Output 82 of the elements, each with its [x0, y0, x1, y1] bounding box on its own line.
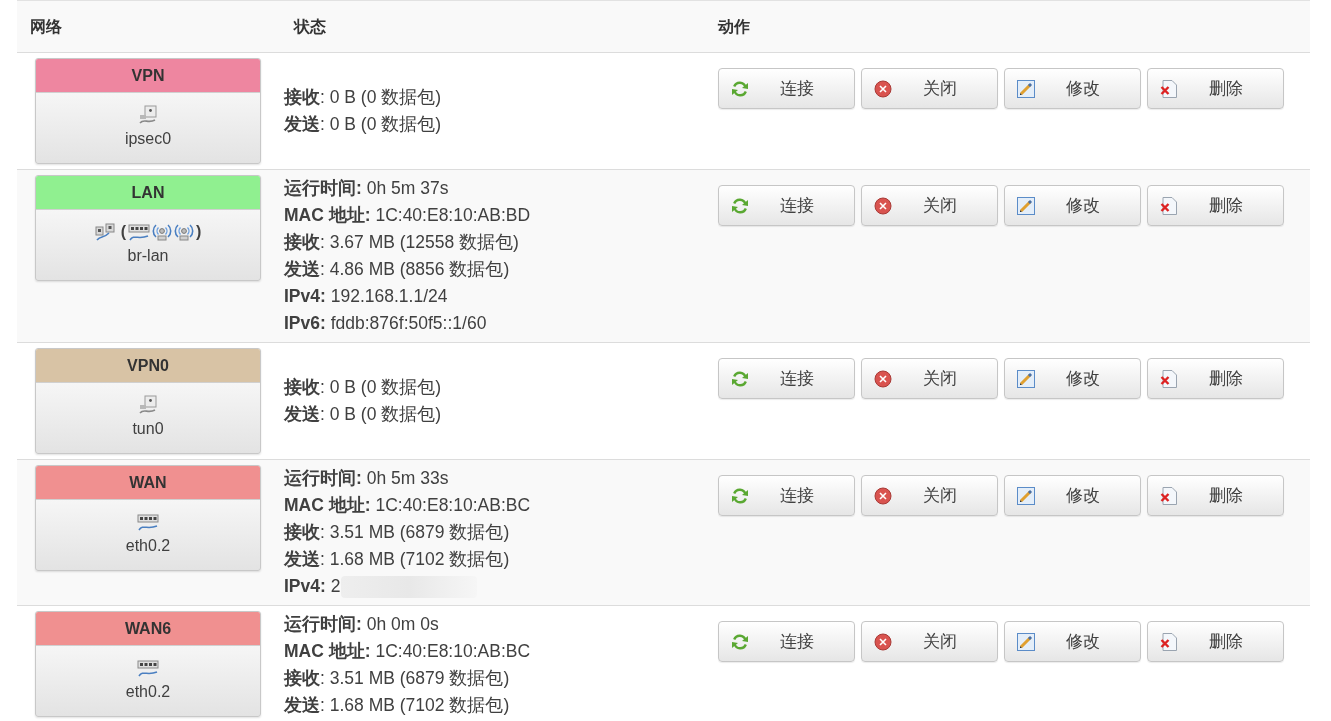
column-header: 网络: [30, 17, 62, 35]
close-button[interactable]: 关闭: [861, 475, 998, 516]
edit-icon: [1017, 79, 1035, 98]
device-name: tun0: [132, 419, 164, 439]
device-name: br-lan: [127, 246, 169, 266]
connect-button[interactable]: 连接: [718, 475, 855, 516]
delete-icon: [1160, 632, 1178, 651]
refresh-icon: [731, 632, 749, 651]
device-name: eth0.2: [125, 682, 171, 702]
column-header: 动作: [718, 17, 750, 35]
status-line: 运行时间: 0h 0m 0s: [284, 613, 439, 636]
delete-icon: [1160, 196, 1178, 215]
status-line: 运行时间: 0h 5m 37s: [284, 177, 449, 200]
close-icon: [874, 79, 892, 98]
status-line: 接收: 3.67 MB (12558 数据包): [284, 231, 519, 254]
ethernet-switch-icon: [137, 513, 159, 531]
delete-button[interactable]: 删除: [1147, 358, 1284, 399]
refresh-icon: [731, 486, 749, 505]
wireless-icon: [152, 223, 172, 241]
wireless-icon: [174, 223, 194, 241]
edit-icon: [1017, 369, 1035, 388]
device-name: eth0.2: [125, 536, 171, 556]
status-line: IPv4: 2: [284, 575, 341, 598]
connect-button[interactable]: 连接: [718, 68, 855, 109]
parenthesis: ): [196, 224, 202, 240]
parenthesis: (: [120, 224, 126, 240]
network-label: VPN0: [36, 349, 260, 383]
status-line: 接收: 0 B (0 数据包): [284, 86, 442, 109]
refresh-icon: [731, 196, 749, 215]
delete-button[interactable]: 删除: [1147, 185, 1284, 226]
network-label: VPN: [36, 59, 260, 93]
close-icon: [874, 369, 892, 388]
status-line: 接收: 3.51 MB (6879 数据包): [284, 667, 510, 690]
close-button[interactable]: 关闭: [861, 68, 998, 109]
tunnel-icon: [139, 395, 157, 415]
close-icon: [874, 486, 892, 505]
status-line: 接收: 0 B (0 数据包): [284, 376, 442, 399]
device-name: ipsec0: [124, 129, 172, 149]
bridge-icon: [94, 223, 115, 241]
status-line: 发送: 4.86 MB (8856 数据包): [284, 258, 510, 281]
status-line: 发送: 0 B (0 数据包): [284, 113, 442, 136]
close-button[interactable]: 关闭: [861, 621, 998, 662]
status-line: 接收: 3.51 MB (6879 数据包): [284, 521, 510, 544]
status-line: 发送: 1.68 MB (7102 数据包): [284, 548, 510, 571]
edit-button[interactable]: 修改: [1004, 475, 1141, 516]
edit-icon: [1017, 486, 1035, 505]
status-line: 运行时间: 0h 5m 33s: [284, 467, 449, 490]
close-button[interactable]: 关闭: [861, 358, 998, 399]
status-line: 发送: 0 B (0 数据包): [284, 403, 442, 426]
status-line: MAC 地址: 1C:40:E8:10:AB:BC: [284, 494, 531, 517]
status-line: MAC 地址: 1C:40:E8:10:AB:BC: [284, 640, 531, 663]
ethernet-switch-icon: [128, 223, 150, 241]
edit-icon: [1017, 632, 1035, 651]
close-icon: [874, 632, 892, 651]
edit-button[interactable]: 修改: [1004, 358, 1141, 399]
refresh-icon: [731, 79, 749, 98]
edit-button[interactable]: 修改: [1004, 621, 1141, 662]
network-label: WAN: [36, 466, 260, 500]
delete-icon: [1160, 486, 1178, 505]
edit-button[interactable]: 修改: [1004, 68, 1141, 109]
tunnel-icon: [139, 105, 157, 125]
status-line: IPv6: fddb:876f:50f5::1/60: [284, 312, 487, 335]
edit-icon: [1017, 196, 1035, 215]
network-label: WAN6: [36, 612, 260, 646]
close-button[interactable]: 关闭: [861, 185, 998, 226]
edit-button[interactable]: 修改: [1004, 185, 1141, 226]
close-icon: [874, 196, 892, 215]
status-line: MAC 地址: 1C:40:E8:10:AB:BD: [284, 204, 531, 227]
delete-button[interactable]: 删除: [1147, 68, 1284, 109]
delete-button[interactable]: 删除: [1147, 621, 1284, 662]
connect-button[interactable]: 连接: [718, 621, 855, 662]
delete-icon: [1160, 79, 1178, 98]
delete-button[interactable]: 删除: [1147, 475, 1284, 516]
status-line: 发送: 1.68 MB (7102 数据包): [284, 694, 510, 717]
column-header: 状态: [294, 17, 326, 35]
delete-icon: [1160, 369, 1178, 388]
refresh-icon: [731, 369, 749, 388]
status-line: IPv4: 192.168.1.1/24: [284, 285, 448, 308]
network-label: LAN: [36, 176, 260, 210]
connect-button[interactable]: 连接: [718, 358, 855, 399]
connect-button[interactable]: 连接: [718, 185, 855, 226]
ethernet-switch-icon: [137, 659, 159, 677]
